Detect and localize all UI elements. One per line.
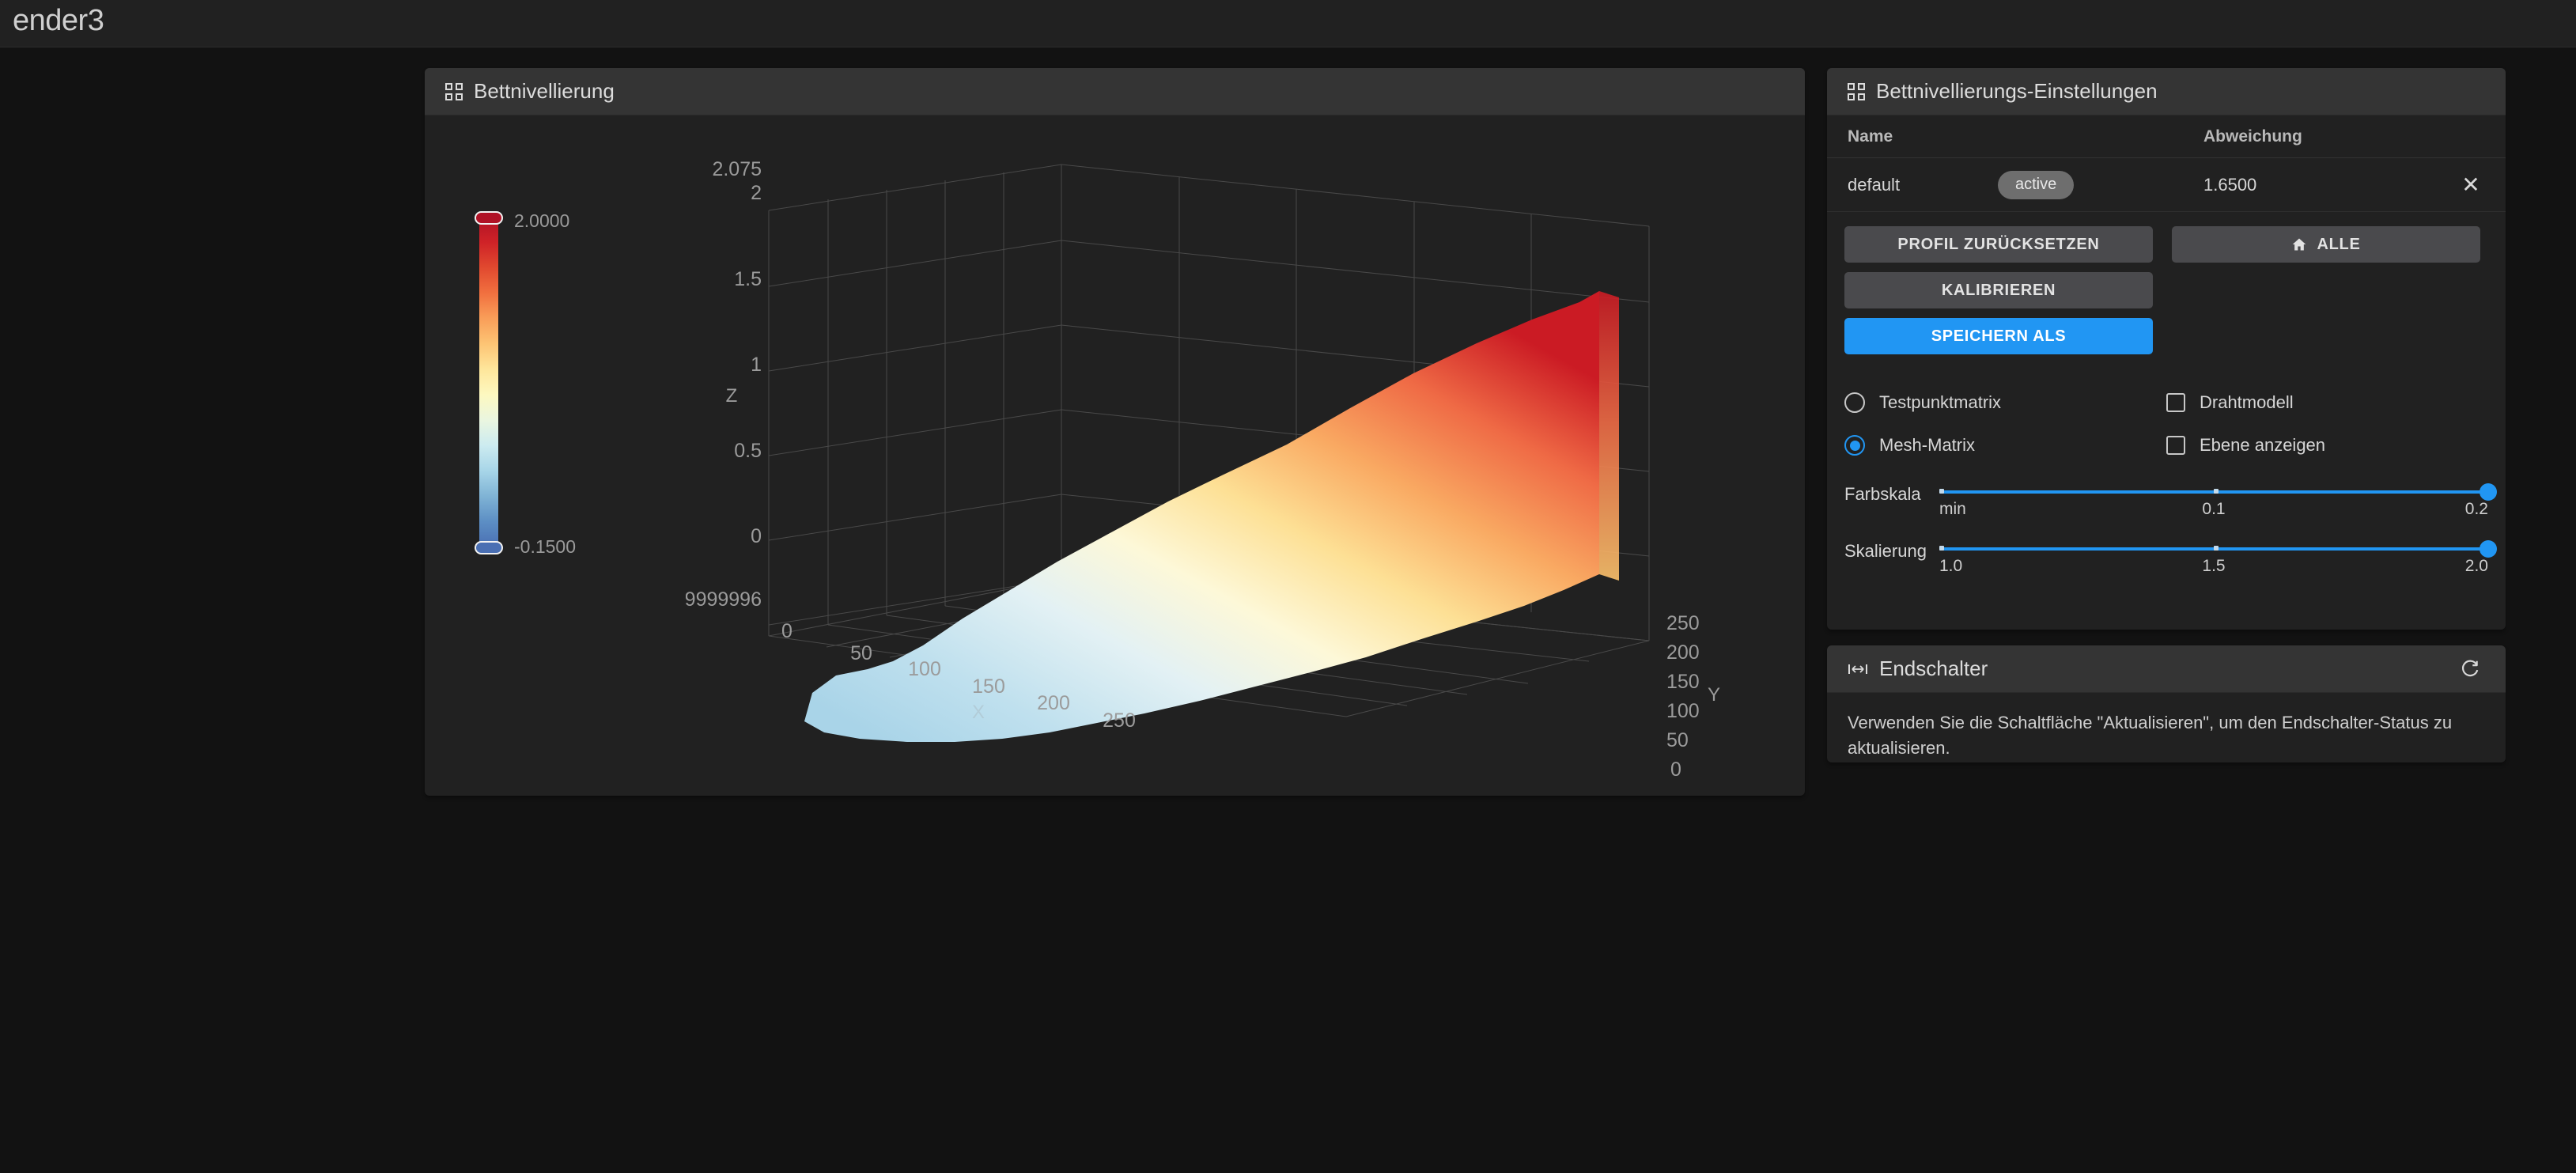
profile-name: default [1848,174,1901,195]
endstops-panel: Endschalter Verwenden Sie die Schaltfläc… [1827,645,2506,762]
svg-text:100: 100 [908,658,941,680]
colorbar: 2.0000 -0.1500 [451,207,712,557]
save-as-button[interactable]: SPEICHERN ALS [1844,318,2153,354]
bed-leveling-settings-panel: Bettnivellierungs-Einstellungen Name Abw… [1827,68,2506,630]
grid-icon [1848,82,1865,100]
checkbox-label-ebene-anzeigen: Ebene anzeigen [2200,435,2326,455]
endstops-panel-header: Endschalter [1827,645,2506,693]
slider-tick-mid: 1.5 [2202,557,2226,575]
checkbox-option-ebene-anzeigen[interactable]: Ebene anzeigen [2166,424,2488,467]
slider-ticks-farbskala: min 0.1 0.2 [1939,500,2488,527]
slider-label-farbskala: Farbskala [1844,484,1921,504]
radio-icon[interactable] [1844,392,1865,413]
status-badge-wrap: active [1998,170,2203,199]
y-axis-ticks: 250 200 150 100 50 0 [1666,612,1700,780]
column-header-name: Name [1848,127,1893,146]
slider-thumb-farbskala[interactable] [2480,483,2497,501]
calibrate-button[interactable]: KALIBRIEREN [1844,272,2153,308]
colorbar-min-handle[interactable] [475,541,503,554]
profiles-table-header: Name Abweichung [1827,115,2506,158]
refresh-icon[interactable] [2455,654,2485,684]
radio-option-testpunktmatrix[interactable]: Testpunktmatrix [1844,381,2166,424]
bed-leveling-panel-title: Bettnivellierung [474,79,615,103]
svg-text:250: 250 [1666,612,1700,634]
home-icon [2291,236,2307,252]
bed-leveling-panel: Bettnivellierung 2.0000 -0.1500 2.075 2 … [425,68,1805,796]
slider-farbskala: Farbskala min 0.1 0.2 [1827,470,2506,527]
home-all-label: ALLE [2317,235,2361,253]
status-badge: active [1998,170,2075,199]
svg-text:200: 200 [1037,692,1070,714]
svg-text:2.075: 2.075 [712,158,762,180]
slider-tick-max: 0.2 [2464,500,2488,518]
settings-panel-header: Bettnivellierungs-Einstellungen [1827,68,2506,115]
radio-icon[interactable] [1844,435,1865,456]
surface-plot-svg: 2.075 2 1.5 1 0.5 0 -0.07499999999999996… [686,158,1720,780]
svg-text:200: 200 [1666,641,1700,664]
home-all-button[interactable]: ALLE [2172,226,2480,263]
display-options: Testpunktmatrix Drahtmodell Mesh-Matrix … [1827,369,2506,470]
radio-option-mesh-matrix[interactable]: Mesh-Matrix [1844,424,2166,467]
z-axis-ticks: 2.075 2 1.5 1 0.5 0 -0.07499999999999996 [686,158,762,611]
svg-text:0: 0 [781,620,792,642]
endstops-message: Verwenden Sie die Schaltfläche "Aktualis… [1848,713,2453,758]
radio-label-testpunktmatrix: Testpunktmatrix [1879,392,2002,412]
endstop-icon [1848,662,1868,676]
slider-label-skalierung: Skalierung [1844,541,1927,561]
colorbar-min-label: -0.1500 [514,536,577,557]
column-header-deviation: Abweichung [2203,127,2302,146]
settings-panel-title: Bettnivellierungs-Einstellungen [1876,79,2158,103]
slider-tick-min: 1.0 [1939,557,1963,575]
checkbox-option-drahtmodell[interactable]: Drahtmodell [2166,381,2488,424]
colorbar-max-handle[interactable] [475,211,503,225]
x-axis-title: X [972,702,985,723]
slider-skalierung: Skalierung 1.0 1.5 2.0 [1827,527,2506,584]
svg-text:50: 50 [1666,729,1689,751]
radio-label-mesh-matrix: Mesh-Matrix [1879,435,1976,455]
table-row[interactable]: default active 1.6500 ✕ [1827,158,2506,212]
svg-text:-0.07499999999999996: -0.07499999999999996 [686,588,762,611]
settings-body: Name Abweichung default active 1.6500 ✕ … [1827,115,2506,584]
grid-icon [445,82,463,100]
close-icon[interactable]: ✕ [2457,171,2485,199]
checkbox-icon[interactable] [2166,393,2185,412]
surface-plot-3d[interactable]: 2.075 2 1.5 1 0.5 0 -0.07499999999999996… [686,147,1769,780]
bed-leveling-panel-header: Bettnivellierung [425,68,1805,115]
svg-text:0: 0 [1670,759,1681,780]
svg-text:2: 2 [751,182,762,204]
bed-leveling-visualization[interactable]: 2.0000 -0.1500 2.075 2 1.5 1 0.5 0 99999… [425,115,1805,796]
y-axis-title: Y [1708,684,1720,706]
slider-ticks-skalierung: 1.0 1.5 2.0 [1939,557,2488,584]
svg-text:0: 0 [751,525,762,547]
slider-track-farbskala[interactable] [1939,483,2497,501]
svg-text:0.5: 0.5 [734,440,762,462]
checkbox-label-drahtmodell: Drahtmodell [2200,392,2294,412]
svg-text:100: 100 [1666,700,1700,722]
reset-profile-button[interactable]: PROFIL ZURÜCKSETZEN [1844,226,2153,263]
slider-thumb-skalierung[interactable] [2480,540,2497,558]
colorbar-max-label: 2.0000 [514,210,570,231]
z-axis-title: Z [726,385,738,407]
slider-tick-min: min [1939,500,1966,518]
svg-text:150: 150 [972,675,1005,698]
app-brand: ender3 [13,4,104,37]
svg-text:150: 150 [1666,671,1700,693]
top-bar: ender3 [0,0,2576,47]
profile-deviation: 1.6500 [2203,174,2257,195]
slider-track-skalierung[interactable] [1939,540,2497,558]
settings-buttons: PROFIL ZURÜCKSETZEN ALLE KALIBRIEREN SPE… [1827,212,2506,369]
svg-text:250: 250 [1103,709,1136,732]
slider-tick-max: 2.0 [2464,557,2488,575]
colorbar-gradient [479,217,498,547]
svg-text:50: 50 [850,642,872,664]
svg-text:1.5: 1.5 [734,268,762,290]
checkbox-icon[interactable] [2166,436,2185,455]
svg-text:1: 1 [751,354,762,376]
slider-tick-mid: 0.1 [2202,500,2226,518]
endstops-panel-title: Endschalter [1879,657,1988,680]
